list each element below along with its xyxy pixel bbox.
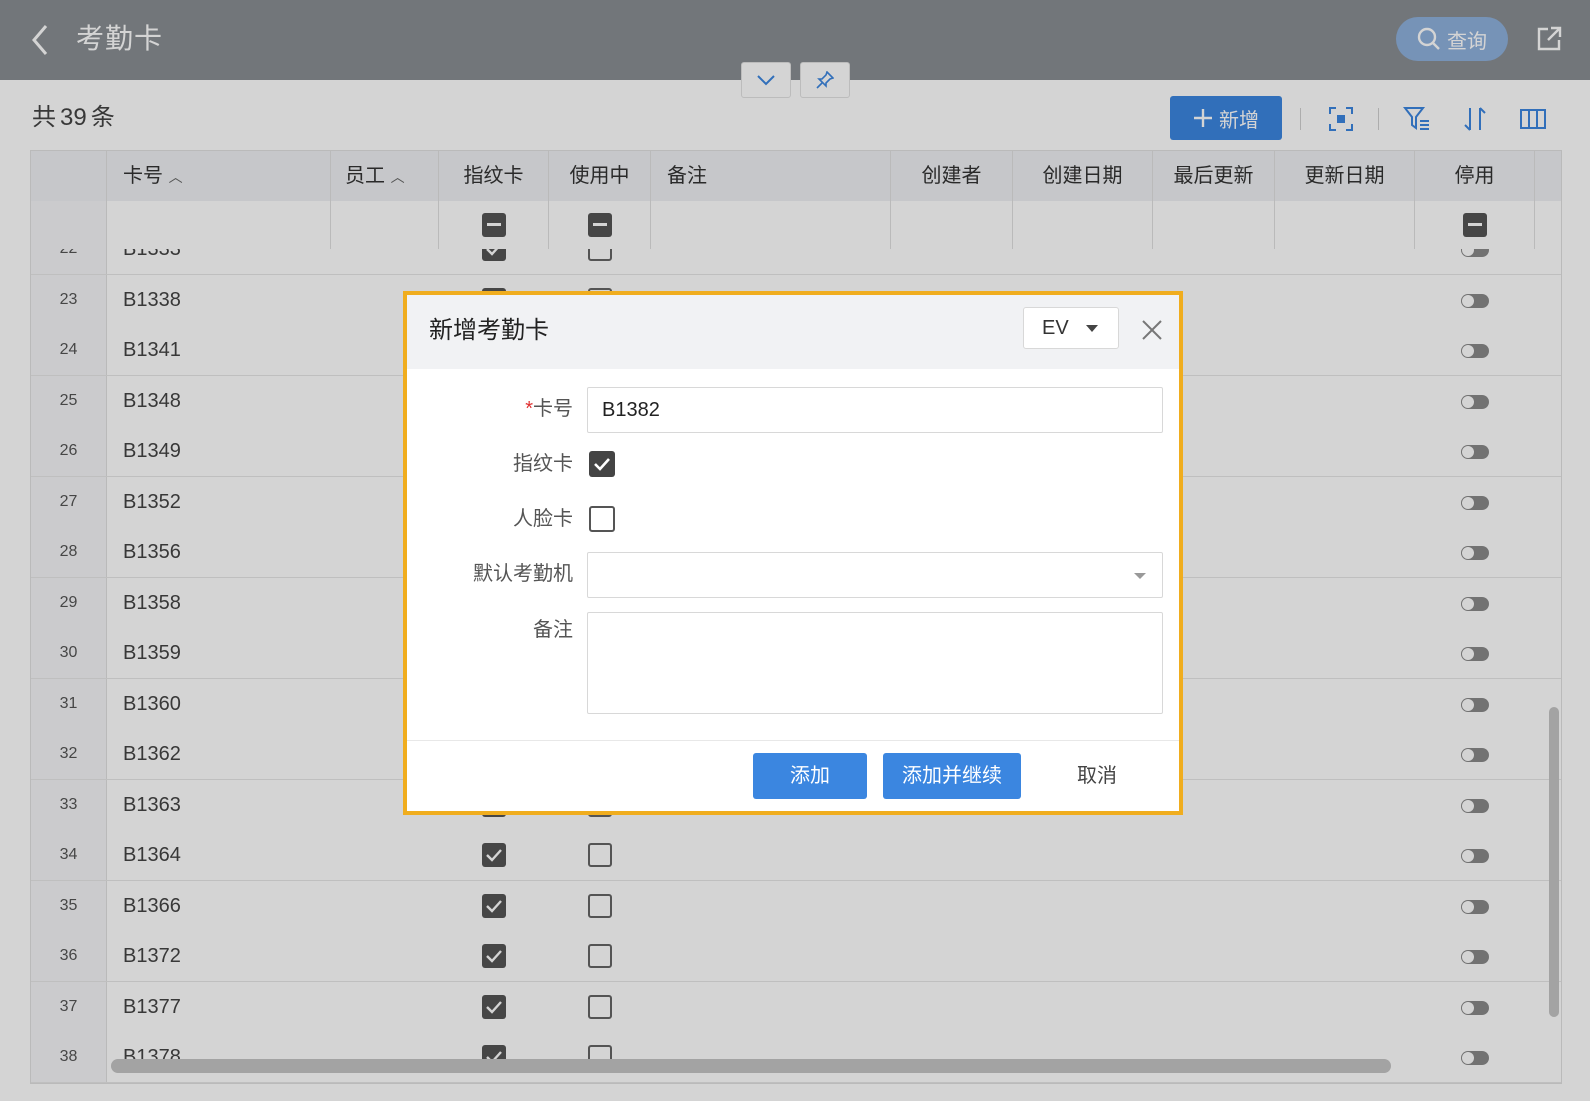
add-submit-button[interactable]: 添加 [753,753,867,799]
dialog-title: 新增考勤卡 [429,317,549,344]
checkmark-icon [594,458,610,471]
caret-down-icon [1134,573,1146,579]
default-machine-label: 默认考勤机 [473,563,573,585]
face-card-checkbox[interactable] [589,506,615,532]
close-icon[interactable] [1139,317,1165,343]
dialog-header: 新增考勤卡 EV [407,295,1179,369]
remark-textarea[interactable] [587,612,1163,714]
face-card-label: 人脸卡 [513,508,573,530]
dialog-footer-divider [407,740,1179,741]
remark-label: 备注 [533,619,573,641]
add-attendance-card-dialog: 新增考勤卡 EV *卡号 B1382 指纹卡 人脸卡 默认考勤机 备注 添加 添… [403,291,1183,815]
add-and-continue-button[interactable]: 添加并继续 [883,753,1021,799]
card-no-label: *卡号 [525,398,573,420]
default-machine-select[interactable] [587,552,1163,598]
card-no-input[interactable]: B1382 [587,387,1163,433]
caret-down-icon [1086,325,1098,332]
language-value: EV [1042,317,1069,339]
fingerprint-checkbox[interactable] [589,451,615,477]
language-select[interactable]: EV [1023,307,1119,349]
fingerprint-label: 指纹卡 [513,453,573,475]
cancel-button[interactable]: 取消 [1067,753,1127,799]
